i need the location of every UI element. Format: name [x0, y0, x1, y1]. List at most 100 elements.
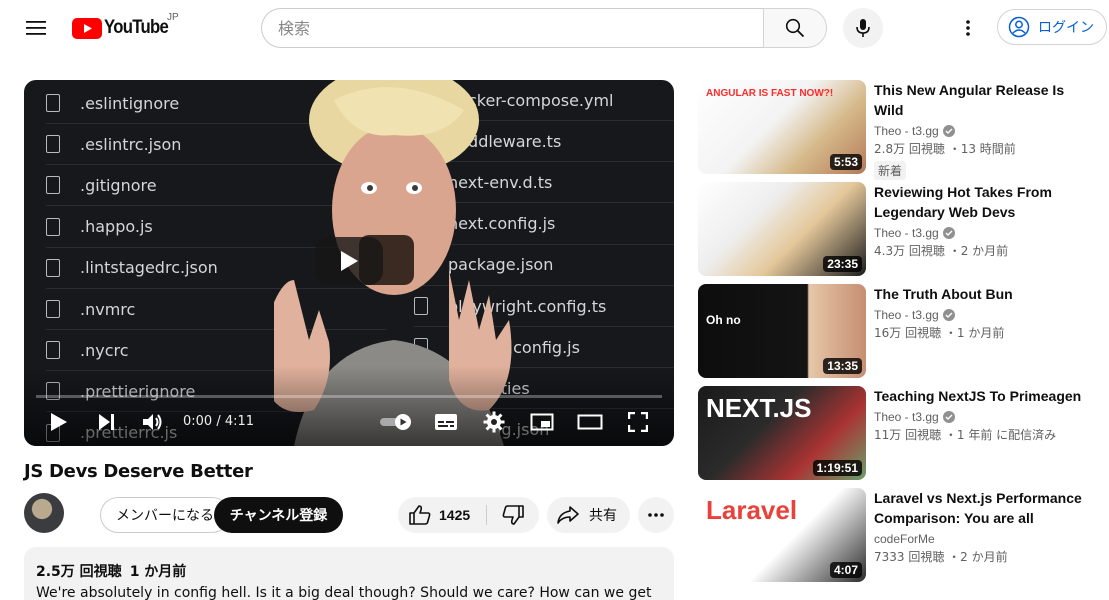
thumbnail-text: NEXT.JS [706, 393, 812, 423]
channel-name: Theo - t3.gg [874, 226, 939, 240]
settings-button[interactable] [478, 402, 510, 442]
join-membership-label: メンバーになる [116, 508, 214, 524]
gear-icon [483, 411, 505, 433]
like-button[interactable]: 1425 [398, 497, 486, 533]
file-name: .happo.js [80, 217, 153, 237]
recommendation-title[interactable]: Teaching NextJS To Primeagen [874, 386, 1084, 406]
large-play-button[interactable] [315, 237, 383, 285]
duration-badge: 13:35 [823, 358, 862, 374]
channel-avatar[interactable] [24, 493, 64, 533]
recommendation-info: Reviewing Hot Takes From Legendary Web D… [874, 182, 1084, 259]
thumbs-up-icon [409, 505, 431, 525]
duration-badge: 4:07 [829, 562, 862, 578]
player-controls: 0:00 / 4:11 [24, 402, 674, 442]
recommendation-thumbnail[interactable]: Oh no 13:35 [698, 284, 866, 378]
recommendation-item[interactable]: ANGULAR IS FAST NOW?! 5:53 This New Angula… [698, 80, 1098, 180]
youtube-logo[interactable]: YouTube [72, 17, 177, 39]
country-code: JP [167, 12, 179, 23]
channel-name: Theo - t3.gg [874, 308, 939, 322]
file-icon [46, 176, 60, 195]
recommendation-title[interactable]: Laravel vs Next.js Performance Compariso… [874, 488, 1084, 528]
volume-button[interactable] [138, 402, 168, 442]
file-icon [46, 258, 60, 277]
recommendation-thumbnail[interactable]: 23:35 [698, 182, 866, 276]
recommendation-title[interactable]: The Truth About Bun [874, 284, 1084, 304]
theater-mode-button[interactable] [574, 402, 606, 442]
recommendation-item[interactable]: Oh no 13:35 The Truth About Bun Theo - t3.g… [698, 284, 1098, 378]
share-label: 共有 [589, 508, 617, 524]
view-count: 2.5万 回視聴 [36, 564, 122, 580]
subscribe-button[interactable]: チャンネル登録 [214, 497, 343, 533]
recommendation-thumbnail[interactable]: NEXT.JS 1:19:51 [698, 386, 866, 480]
search-box[interactable] [261, 8, 764, 48]
fullscreen-button[interactable] [622, 402, 654, 442]
voice-search-button[interactable] [843, 8, 883, 48]
recommendation-channel[interactable]: Theo - t3.gg [874, 124, 1084, 138]
duration-badge: 5:53 [829, 154, 862, 170]
theater-mode-icon [577, 414, 603, 430]
recommendation-thumbnail[interactable]: Laravel 4:07 [698, 488, 866, 582]
new-badge: 新着 [874, 161, 907, 180]
recommendation-channel[interactable]: Theo - t3.gg [874, 308, 1084, 322]
like-count: 1425 [439, 507, 471, 523]
miniplayer-button[interactable] [526, 402, 558, 442]
file-name: .nvmrc [80, 299, 136, 319]
file-name: .nycrc [80, 340, 129, 360]
recommendation-channel[interactable]: codeForMe [874, 532, 1084, 546]
recommendation-thumbnail[interactable]: ANGULAR IS FAST NOW?! 5:53 [698, 80, 866, 174]
recommendation-title[interactable]: Reviewing Hot Takes From Legendary Web D… [874, 182, 1084, 222]
recommendation-info: Teaching NextJS To Primeagen Theo - t3.gg… [874, 386, 1084, 443]
progress-bar[interactable] [36, 395, 662, 398]
thumbs-down-icon [502, 505, 524, 525]
recommendation-stats: 4.3万 回視聴 ・2 か月前 [874, 244, 1009, 258]
dislike-button[interactable] [487, 497, 539, 533]
like-dislike-group: 1425 [398, 497, 539, 533]
file-icon [46, 341, 60, 360]
play-button[interactable] [44, 402, 74, 442]
time-display: 0:00 / 4:11 [183, 414, 255, 429]
autoplay-toggle[interactable] [378, 402, 414, 442]
logo-text: YouTube [104, 17, 169, 38]
recommendation-channel[interactable]: Theo - t3.gg [874, 226, 1084, 240]
recommendation-item[interactable]: Laravel 4:07 Laravel vs Next.js Performanc… [698, 488, 1098, 582]
more-actions-button[interactable] [638, 497, 674, 533]
subtitles-button[interactable] [430, 402, 462, 442]
file-name: .gitignore [80, 175, 157, 195]
file-name: .eslintignore [80, 93, 180, 113]
recommendation-stats: 16万 回視聴 ・1 か月前 [874, 326, 1005, 340]
subtitles-icon [435, 414, 457, 430]
description-text: We're absolutely in config hell. Is it a… [36, 585, 652, 600]
login-label: ログイン [1038, 20, 1094, 36]
volume-icon [143, 414, 162, 430]
recommendation-info: The Truth About Bun Theo - t3.gg 16万 回視聴 ・… [874, 284, 1084, 341]
next-button[interactable] [92, 402, 122, 442]
miniplayer-icon [530, 413, 554, 431]
recommendation-item[interactable]: 23:35 Reviewing Hot Takes From Legendary … [698, 182, 1098, 276]
search-button[interactable] [763, 8, 827, 48]
settings-menu-button[interactable] [948, 8, 988, 48]
fullscreen-icon [628, 412, 648, 432]
menu-icon[interactable] [16, 8, 56, 48]
login-button[interactable]: ログイン [997, 9, 1107, 45]
description-box[interactable]: 2.5万 回視聴 1 か月前 We're absolutely in config… [24, 547, 674, 600]
recommendation-title[interactable]: This New Angular Release Is Wild [874, 80, 1084, 120]
play-icon [51, 413, 67, 431]
recommendation-channel[interactable]: Theo - t3.gg [874, 410, 1084, 424]
join-membership-button[interactable]: メンバーになる [100, 497, 230, 533]
video-player[interactable]: .eslintignore .eslintrc.json .gitignore .ha… [24, 80, 674, 446]
recommendation-stats: 7333 回視聴 ・2 か月前 [874, 550, 1008, 564]
file-icon [46, 300, 60, 318]
microphone-icon [856, 19, 870, 37]
recommendation-stats: 11万 回視聴 ・1 年前 に配信済み [874, 428, 1057, 442]
recommendation-item[interactable]: NEXT.JS 1:19:51 Teaching NextJS To Primeag… [698, 386, 1098, 480]
file-name: .lintstagedrc.json [80, 258, 218, 278]
verified-icon [942, 309, 955, 321]
search-input[interactable] [278, 18, 764, 38]
file-icon [46, 94, 60, 112]
youtube-play-logo-icon [72, 17, 102, 39]
video-title: JS Devs Deserve Better [24, 461, 253, 482]
more-vertical-icon [966, 20, 970, 36]
file-name: .eslintrc.json [80, 134, 182, 154]
recommendation-stats: 2.8万 回視聴 ・13 時間前 [874, 142, 1016, 156]
share-button[interactable]: 共有 [547, 497, 630, 533]
